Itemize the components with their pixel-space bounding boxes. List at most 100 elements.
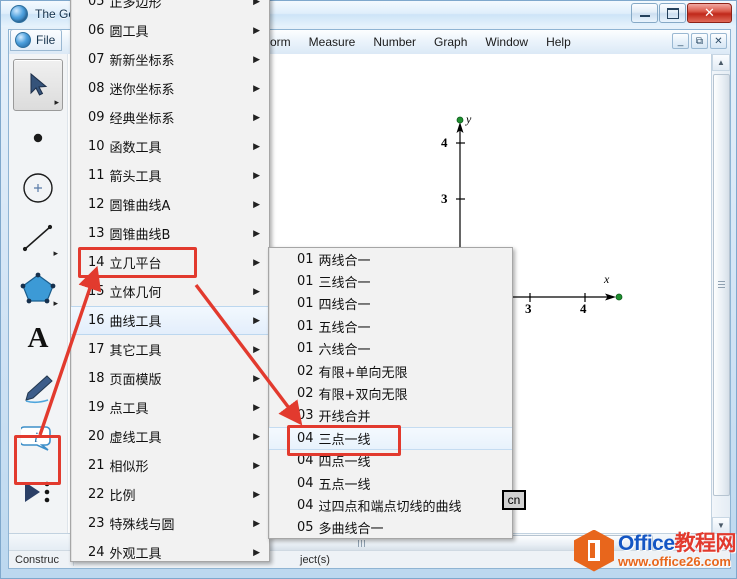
menu-item-label: 特殊线与圆: [109, 518, 175, 533]
menu-item-06[interactable]: 06 圆工具 ▶: [71, 16, 269, 45]
menu-item-label: 迷你坐标系: [109, 83, 175, 98]
submenu-item-6[interactable]: 02 有限+双向无限: [269, 382, 512, 404]
document-window-controls: _ ⧉ ✕: [672, 33, 727, 49]
curve-tools-submenu-rows: 01 两线合一 01 三线合一 01 四线合一 01 五线合一 01 六线合一 02 有限+单向无限 0…: [269, 248, 512, 539]
app-maximize-button[interactable]: [659, 3, 686, 23]
submenu-item-5[interactable]: 02 有限+单向无限: [269, 360, 512, 382]
document-close-button[interactable]: ✕: [710, 33, 727, 49]
information-tool[interactable]: i: [15, 415, 61, 461]
submenu-item-label: 四线合一: [318, 298, 371, 314]
arrow-tool-flyout-icon[interactable]: ▸: [54, 98, 59, 107]
submenu-item-0[interactable]: 01 两线合一: [269, 248, 512, 270]
submenu-item-number: 05: [297, 520, 314, 536]
menu-item-22[interactable]: 22 比例 ▶: [71, 480, 269, 509]
submenu-item-4[interactable]: 01 六线合一: [269, 338, 512, 360]
menu-item-label: 页面模版: [109, 373, 162, 388]
submenu-item-7[interactable]: 03 开线合并: [269, 405, 512, 427]
submenu-item-number: 04: [297, 453, 314, 469]
submenu-item-2[interactable]: 01 四线合一: [269, 293, 512, 315]
polygon-tool-flyout-icon[interactable]: ▸: [53, 299, 58, 308]
menu-item-number: 21: [88, 458, 105, 473]
submenu-item-8[interactable]: 04 三点一线: [269, 427, 512, 450]
submenu-item-label: 有限+双向无限: [318, 388, 408, 404]
document-restore-button[interactable]: ⧉: [691, 33, 708, 49]
custom-tools-menu[interactable]: 05 正多边形 ▶ 06 圆工具 ▶ 07 新新坐标系 ▶ 08 迷你坐标系 ▶ 09 经典坐标系 ▶ 10 函…: [70, 0, 270, 562]
menu-item-08[interactable]: 08 迷你坐标系 ▶: [71, 74, 269, 103]
menu-measure[interactable]: Measure: [300, 32, 365, 52]
menu-help[interactable]: Help: [537, 32, 580, 52]
submenu-item-11[interactable]: 04 过四点和端点切线的曲线: [269, 494, 512, 516]
menu-item-21[interactable]: 21 相似形 ▶: [71, 451, 269, 480]
submenu-chevron-right-icon: ▶: [253, 54, 260, 65]
submenu-item-label: 两线合一: [318, 253, 371, 269]
submenu-item-9[interactable]: 04 四点一线: [269, 450, 512, 472]
menu-item-20[interactable]: 20 虚线工具 ▶: [71, 422, 269, 451]
file-menu-tab[interactable]: File: [10, 29, 62, 51]
submenu-item-1[interactable]: 01 三线合一: [269, 270, 512, 292]
compass-circle-tool[interactable]: [15, 165, 61, 211]
submenu-item-10[interactable]: 04 五点一线: [269, 472, 512, 494]
menu-item-13[interactable]: 13 圆锥曲线B ▶: [71, 219, 269, 248]
submenu-item-12[interactable]: 05 多曲线合一: [269, 517, 512, 539]
submenu-chevron-right-icon: ▶: [253, 489, 260, 500]
straightedge-line-tool[interactable]: ▸: [15, 215, 61, 261]
canvas-vertical-scrollbar[interactable]: ▲ ▼: [711, 54, 730, 534]
point-tool[interactable]: [15, 115, 61, 161]
scroll-up-arrow-icon[interactable]: ▲: [712, 54, 730, 71]
menu-item-18[interactable]: 18 页面模版 ▶: [71, 364, 269, 393]
menu-number[interactable]: Number: [364, 32, 425, 52]
submenu-item-label: 多曲线合一: [318, 522, 384, 538]
submenu-chevron-right-icon: ▶: [253, 547, 260, 558]
watermark-brand-en: Office: [618, 531, 675, 555]
submenu-chevron-right-icon: ▶: [253, 431, 260, 442]
menu-item-label: 圆锥曲线A: [109, 199, 171, 214]
letter-a-icon: A: [27, 321, 49, 354]
menu-item-number: 22: [88, 487, 105, 502]
point-icon: [33, 133, 43, 143]
menu-item-19[interactable]: 19 点工具 ▶: [71, 393, 269, 422]
submenu-item-number: 04: [297, 475, 314, 491]
line-tool-flyout-icon[interactable]: ▸: [53, 249, 58, 258]
app-close-button[interactable]: ✕: [687, 3, 732, 23]
ime-language-badge[interactable]: cn: [502, 490, 526, 510]
document-minimize-button[interactable]: _: [672, 33, 689, 49]
custom-tools-tool[interactable]: [15, 469, 61, 515]
menu-item-14[interactable]: 14 立几平台 ▶: [71, 248, 269, 277]
watermark: Office教程网 www.office26.com: [573, 527, 737, 574]
menu-item-12[interactable]: 12 圆锥曲线A ▶: [71, 190, 269, 219]
menu-item-11[interactable]: 11 箭头工具 ▶: [71, 161, 269, 190]
marker-pen-tool[interactable]: [15, 365, 61, 411]
menu-item-10[interactable]: 10 函数工具 ▶: [71, 132, 269, 161]
menu-item-17[interactable]: 17 其它工具 ▶: [71, 335, 269, 364]
curve-tools-submenu[interactable]: 01 两线合一 01 三线合一 01 四线合一 01 五线合一 01 六线合一 02 有限+单向无限 0…: [268, 247, 513, 539]
x-axis-label: x: [604, 272, 610, 286]
menu-item-number: 07: [88, 52, 105, 67]
menu-item-label: 外观工具: [109, 547, 162, 562]
app-minimize-button[interactable]: [631, 3, 658, 23]
submenu-chevron-right-icon: ▶: [253, 83, 260, 94]
custom-tools-icon: [25, 481, 50, 503]
menu-graph[interactable]: Graph: [425, 32, 476, 52]
submenu-item-number: 01: [297, 341, 314, 357]
polygon-tool[interactable]: ▸: [15, 265, 61, 311]
menu-item-16[interactable]: 16 曲线工具 ▶: [71, 306, 269, 335]
menu-item-label: 新新坐标系: [109, 54, 175, 69]
submenu-chevron-right-icon: ▶: [253, 25, 260, 36]
vertical-scroll-thumb[interactable]: [713, 74, 730, 496]
menu-item-15[interactable]: 15 立体几何 ▶: [71, 277, 269, 306]
menu-item-07[interactable]: 07 新新坐标系 ▶: [71, 45, 269, 74]
text-tool[interactable]: A: [15, 315, 61, 361]
menu-item-24[interactable]: 24 外观工具 ▶: [71, 538, 269, 562]
submenu-item-label: 五线合一: [318, 320, 371, 336]
menu-item-number: 19: [88, 400, 105, 415]
menu-item-label: 经典坐标系: [109, 112, 175, 127]
menu-item-number: 05: [88, 0, 105, 9]
menu-item-23[interactable]: 23 特殊线与圆 ▶: [71, 509, 269, 538]
menu-item-label: 曲线工具: [109, 315, 162, 330]
arrow-select-tool[interactable]: ▸: [13, 59, 63, 111]
menu-item-09[interactable]: 09 经典坐标系 ▶: [71, 103, 269, 132]
x-tick-3: 3: [525, 301, 532, 316]
submenu-item-3[interactable]: 01 五线合一: [269, 315, 512, 337]
menu-item-05[interactable]: 05 正多边形 ▶: [71, 0, 269, 16]
menu-window[interactable]: Window: [476, 32, 537, 52]
